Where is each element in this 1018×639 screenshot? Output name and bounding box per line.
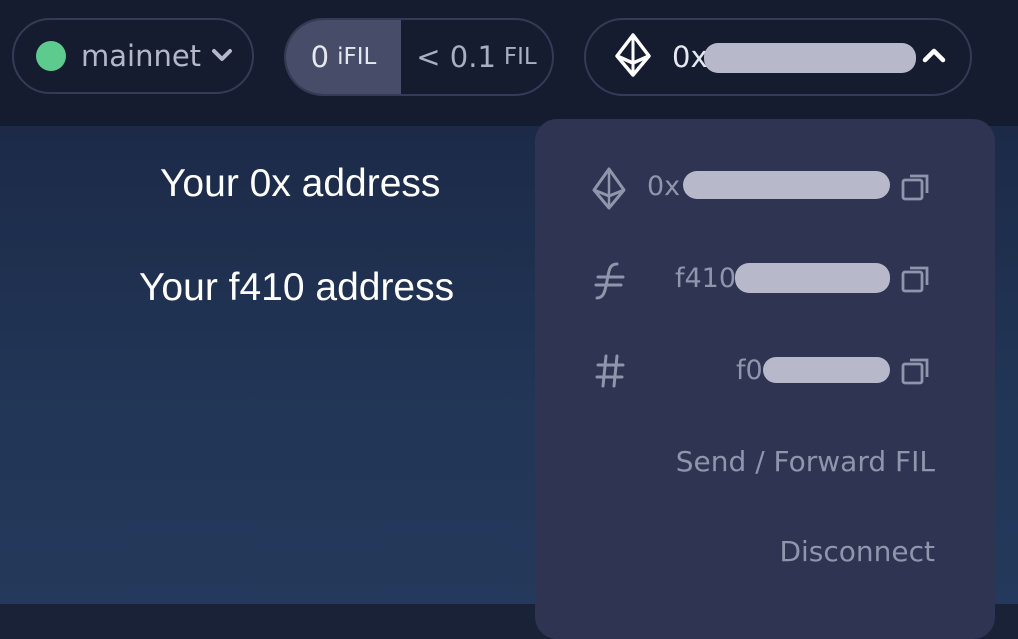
redacted-address — [683, 171, 890, 199]
ethereum-icon — [591, 167, 627, 215]
ifil-unit: iFIL — [337, 44, 377, 70]
annotation-0x-address: Your 0x address — [160, 162, 441, 205]
annotation-f410-address: Your f410 address — [139, 266, 455, 309]
send-forward-fil-button[interactable]: Send / Forward FIL — [676, 445, 935, 478]
fil-balance[interactable]: < 0.1 FIL — [401, 20, 552, 94]
network-status-dot — [36, 41, 66, 71]
address-row-0x[interactable]: 0x — [535, 159, 995, 219]
account-button[interactable]: 0x — [584, 18, 972, 96]
network-selector[interactable]: mainnet — [12, 18, 254, 94]
copy-icon[interactable] — [900, 263, 932, 299]
redacted-address — [735, 263, 890, 293]
address-f0-text: f0 — [736, 355, 763, 386]
copy-icon[interactable] — [900, 355, 932, 391]
ifil-balance[interactable]: 0 iFIL — [286, 20, 401, 94]
address-0x-text: 0x — [647, 171, 681, 202]
filecoin-icon — [593, 259, 629, 307]
redacted-address — [763, 357, 890, 383]
redacted-address — [704, 43, 916, 73]
balance-display[interactable]: 0 iFIL < 0.1 FIL — [284, 18, 554, 96]
ifil-amount: 0 — [310, 40, 330, 74]
ethereum-icon — [614, 33, 652, 81]
hash-icon — [595, 353, 625, 393]
address-row-f0[interactable]: f0 — [535, 343, 995, 403]
account-address: 0x — [672, 40, 708, 74]
chevron-down-icon — [211, 47, 233, 66]
account-dropdown: 0x f410 f0 Send / Forward FIL Disconnect — [535, 119, 995, 639]
fil-unit: FIL — [503, 44, 537, 70]
copy-icon[interactable] — [900, 171, 932, 207]
address-row-f410[interactable]: f410 — [535, 251, 995, 311]
disconnect-button[interactable]: Disconnect — [779, 535, 935, 568]
address-f410-text: f410 — [675, 263, 737, 294]
chevron-up-icon — [922, 47, 946, 67]
network-name: mainnet — [81, 39, 202, 73]
fil-amount: < 0.1 — [416, 40, 496, 74]
